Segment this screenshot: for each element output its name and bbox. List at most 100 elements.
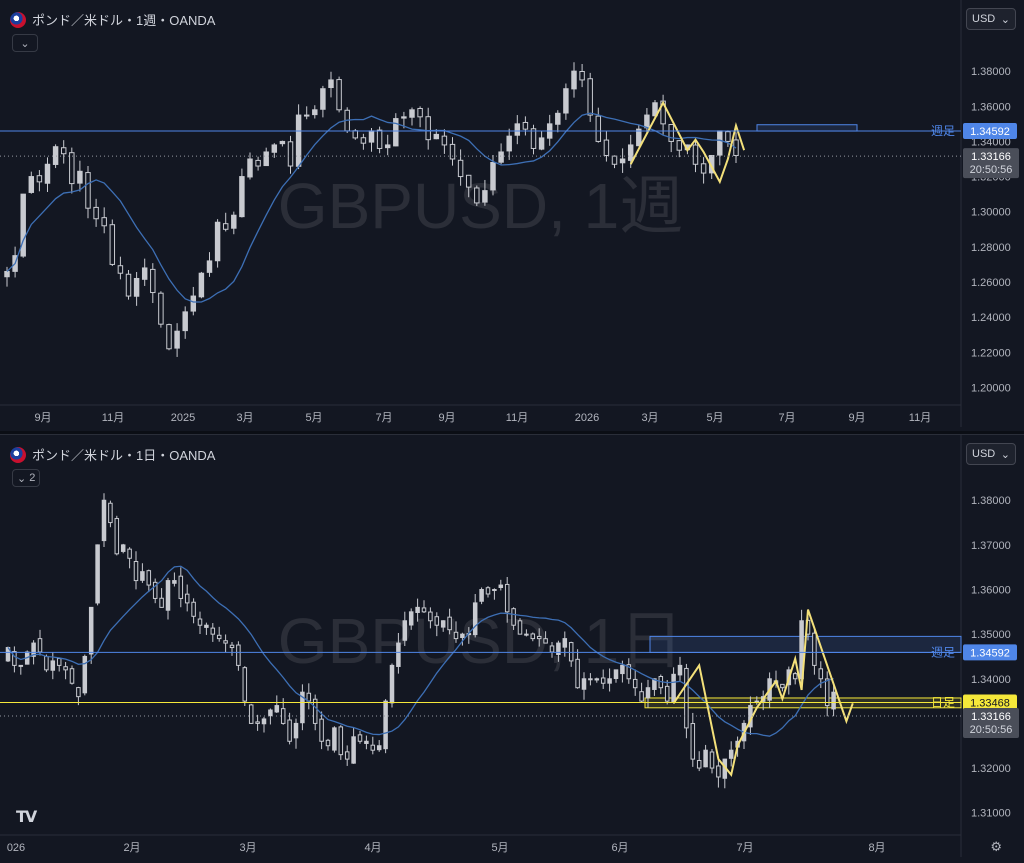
candle-body <box>383 700 388 750</box>
candle-body <box>376 129 383 149</box>
candle-body <box>504 583 510 613</box>
time-tick-label: 11月 <box>102 412 124 424</box>
candle-body <box>692 144 699 165</box>
candle-body <box>676 140 683 151</box>
collapse-button[interactable]: ⌄ 2 <box>12 469 41 487</box>
time-tick-label: 7月 <box>778 412 795 424</box>
candle-body <box>120 544 126 552</box>
candle-body <box>677 664 683 676</box>
candle-body <box>18 664 24 667</box>
candle-body <box>717 130 723 156</box>
candle-body <box>293 722 299 739</box>
candle-body <box>581 678 587 690</box>
candle-body <box>325 739 331 747</box>
candle-body <box>95 544 100 604</box>
candle-body <box>417 107 423 118</box>
candle-body <box>425 116 431 141</box>
candle-body <box>158 292 164 325</box>
candle-body <box>632 678 638 689</box>
currency-selector[interactable]: USD ⌄ <box>966 443 1016 465</box>
candle-body <box>792 673 798 680</box>
candle-body <box>396 642 401 667</box>
candle-body <box>255 159 261 167</box>
candle-body <box>536 635 542 640</box>
candle-body <box>216 634 222 640</box>
gear-icon[interactable]: ⚙ <box>990 839 1002 855</box>
candle-body <box>587 78 593 116</box>
candle-body <box>50 660 56 671</box>
current-price-label: 1.33166 <box>971 711 1011 723</box>
chart-legend[interactable]: ポンド／米ドル・1日・OANDA <box>10 445 215 464</box>
candle-body <box>44 163 51 184</box>
candle-body <box>492 589 497 592</box>
candle-body <box>141 267 148 280</box>
currency-label: USD <box>972 448 996 460</box>
candle-body <box>644 114 650 129</box>
tradingview-logo-icon[interactable]: TV <box>16 807 37 826</box>
legend-title: ポンド／米ドル・1週・OANDA <box>32 13 216 28</box>
candle-body <box>52 146 59 165</box>
candle-body <box>182 311 188 332</box>
chart-legend[interactable]: ポンド／米ドル・1週・OANDA <box>10 10 215 29</box>
candle-body <box>664 685 670 702</box>
candle-body <box>236 644 241 666</box>
candle-body <box>184 593 190 604</box>
candle-body <box>133 561 139 582</box>
candle-body <box>231 214 237 229</box>
weekly-chart-pane[interactable]: GBPUSD, 1週1.380001.360001.340001.320001.… <box>0 0 1024 432</box>
level-price-label: 1.34592 <box>970 126 1010 138</box>
price-tick-label: 1.37000 <box>971 540 1011 552</box>
daily-chart-pane[interactable]: GBPUSD, 1日 1.38000 1.37000 1.36000 1.35000 1.… <box>0 434 1024 863</box>
candle-body <box>428 611 433 622</box>
level-name-label: 週足 <box>931 124 955 138</box>
candle-body <box>85 172 91 209</box>
candle-body <box>28 176 35 193</box>
candle-body <box>831 691 836 710</box>
candle-body <box>818 668 824 680</box>
currency-selector[interactable]: USD ⌄ <box>966 8 1016 30</box>
level-name-label: 週足 <box>931 645 955 659</box>
weekly-chart-canvas[interactable]: GBPUSD, 1週1.380001.360001.340001.320001.… <box>0 0 1024 431</box>
time-tick-label: 9月 <box>848 412 865 424</box>
candle-body <box>575 658 580 689</box>
candle-body <box>588 678 593 681</box>
candle-body <box>555 112 561 125</box>
candle-body <box>824 678 830 707</box>
candle-body <box>287 719 292 742</box>
candle-body <box>101 499 107 542</box>
candle-body <box>357 734 363 742</box>
time-tick-label: 5月 <box>305 412 322 424</box>
candle-body <box>344 751 350 760</box>
candle-body <box>133 277 140 297</box>
candle-body <box>401 116 407 119</box>
price-tick-label: 1.31000 <box>971 808 1011 820</box>
candle-body <box>140 571 145 581</box>
price-tick-label: 1.38000 <box>971 66 1011 78</box>
candle-body <box>268 709 273 717</box>
currency-label: USD <box>972 13 996 25</box>
candle-body <box>600 677 606 684</box>
candle-body <box>279 140 286 145</box>
candle-body <box>780 683 785 689</box>
time-tick-label: 9月 <box>438 412 455 424</box>
candle-body <box>247 158 253 178</box>
candle-body <box>239 176 245 218</box>
candle-body <box>514 123 521 136</box>
candle-body <box>562 638 568 648</box>
candle-body <box>485 587 491 595</box>
daily-chart-canvas[interactable]: GBPUSD, 1日1.380001.370001.360001.350001.… <box>0 435 1024 863</box>
candle-body <box>568 642 574 662</box>
candle-body <box>261 718 267 725</box>
collapse-button[interactable]: ⌄ <box>12 34 38 52</box>
candle-body <box>255 721 260 724</box>
candle-body <box>76 687 81 698</box>
time-tick-label: 9月 <box>34 412 51 424</box>
candle-body <box>146 570 152 586</box>
candle-body <box>368 130 375 143</box>
candle-body <box>165 580 171 611</box>
level-price-label: 1.34592 <box>970 647 1010 659</box>
price-tick-label: 1.36000 <box>971 585 1011 597</box>
time-tick-label: 6月 <box>611 842 628 854</box>
candle-body <box>703 749 708 768</box>
candle-body <box>214 221 221 262</box>
